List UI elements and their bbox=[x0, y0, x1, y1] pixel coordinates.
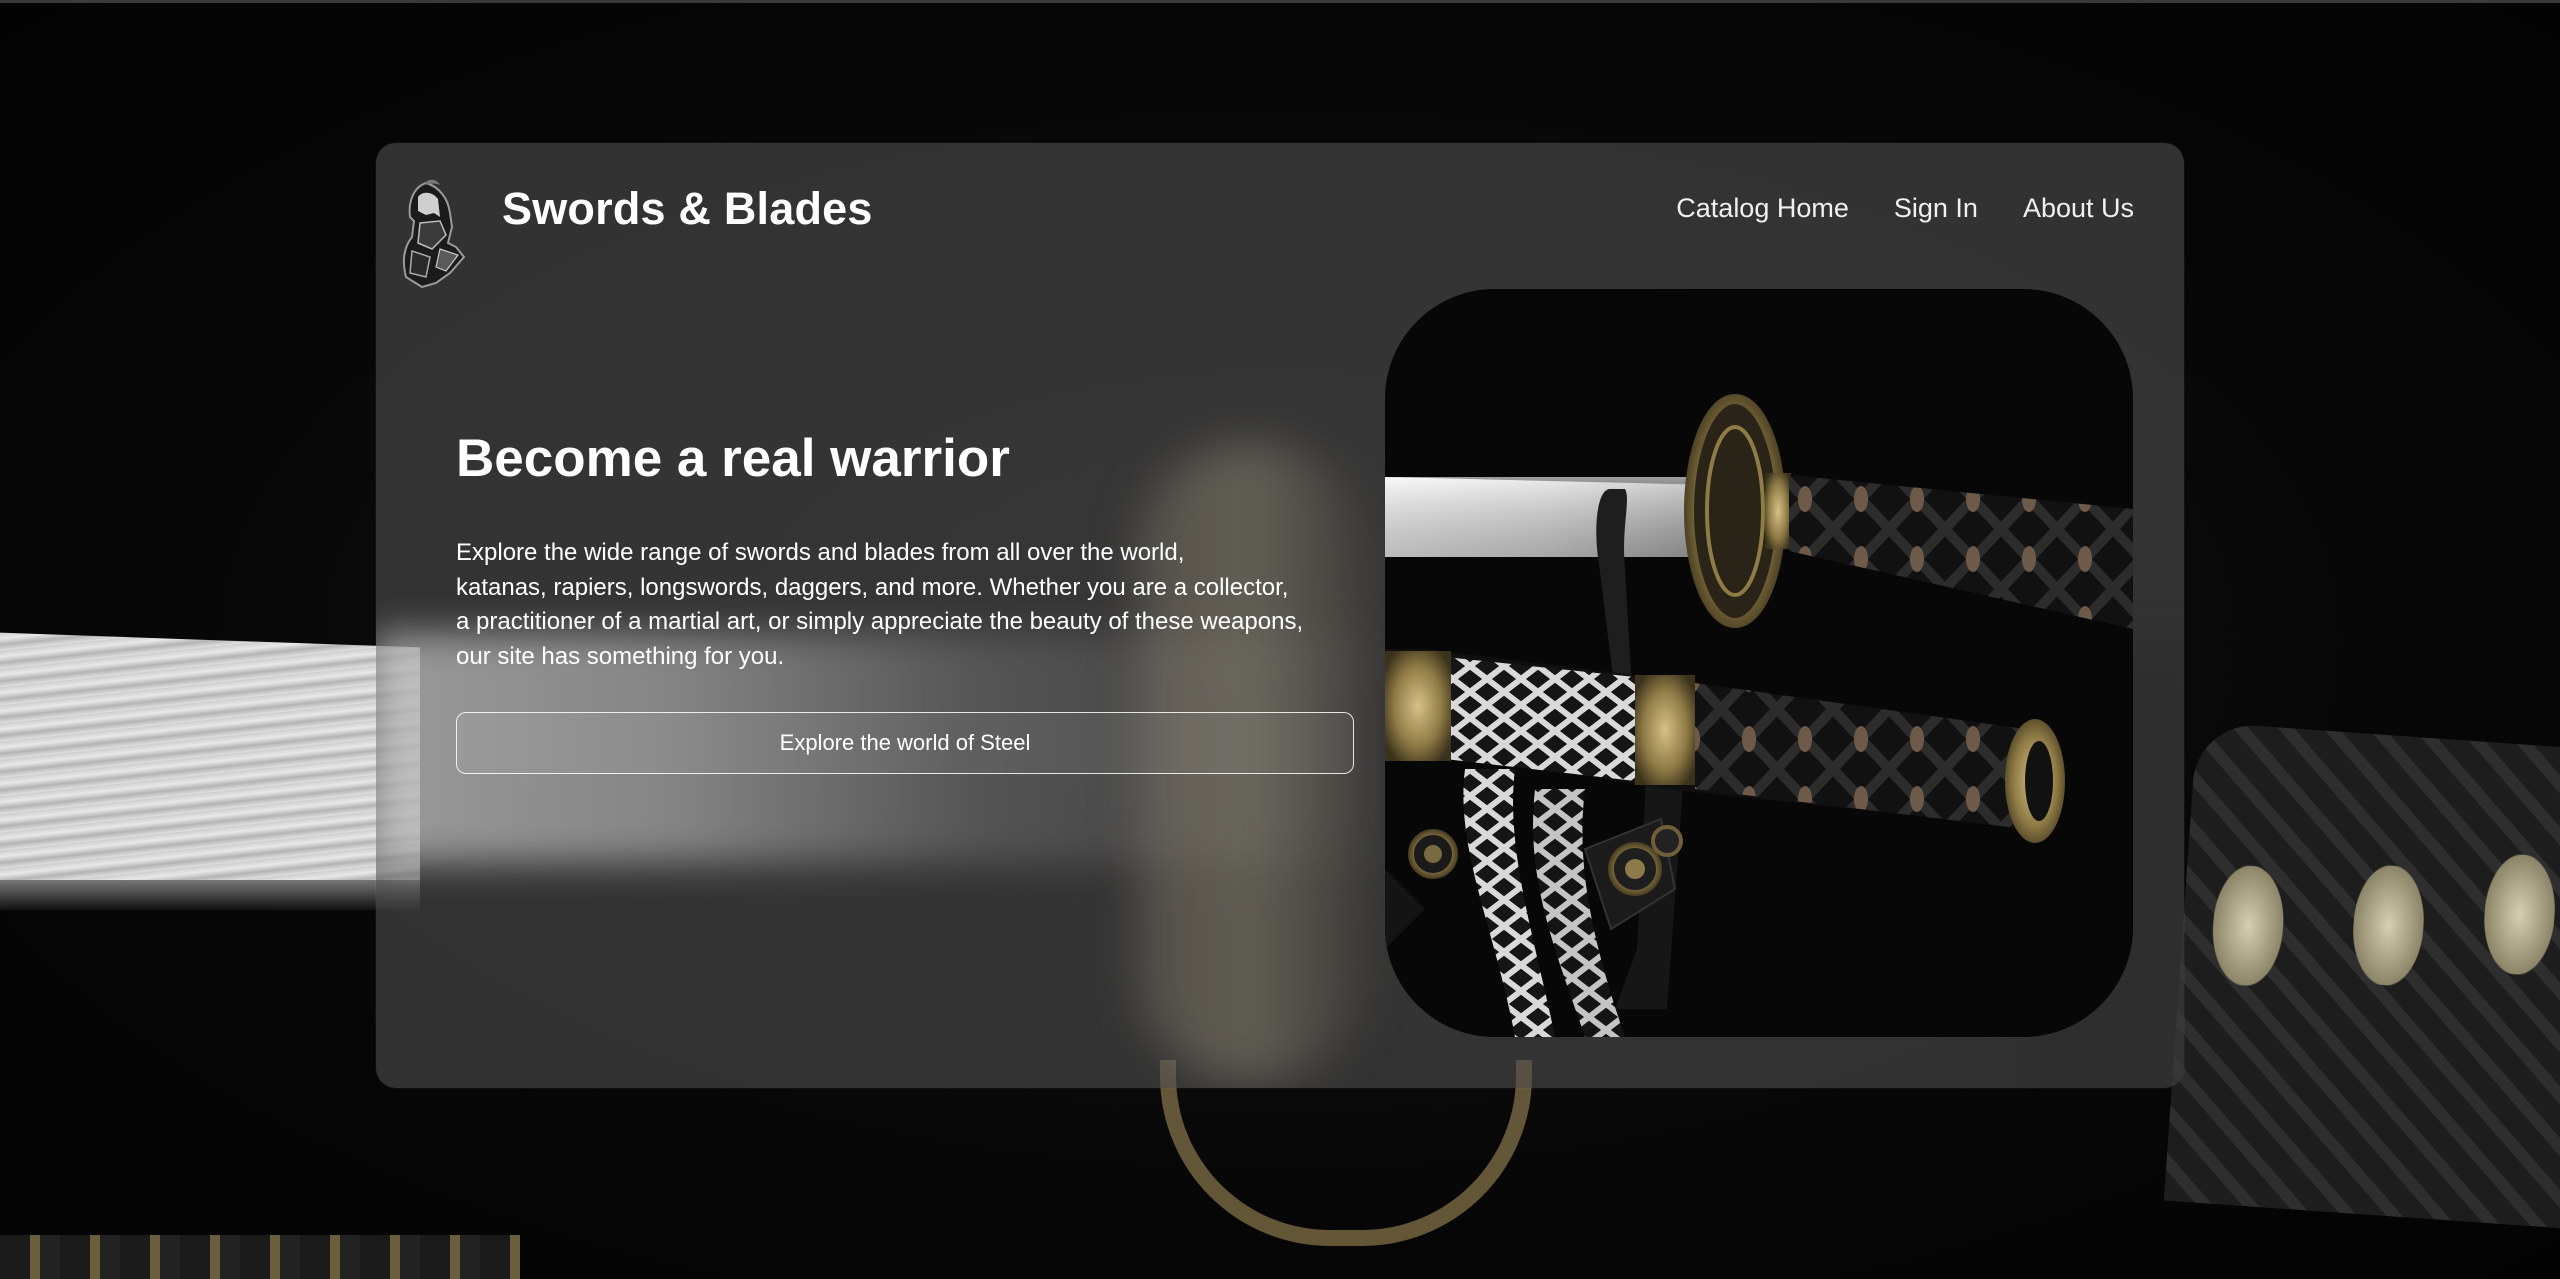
hilt-diamond bbox=[2480, 852, 2559, 977]
background-bottom-hilt bbox=[0, 1235, 520, 1279]
hero-description-line: Explore the wide range of swords and bla… bbox=[456, 539, 1185, 566]
top-border bbox=[0, 0, 2560, 3]
background-hilt-image bbox=[2163, 721, 2560, 1229]
hilt-diamond bbox=[2349, 863, 2428, 988]
spartan-warrior-logo-icon[interactable] bbox=[396, 177, 470, 289]
background-blade-image bbox=[0, 632, 420, 908]
main-nav: Catalog Home Sign In About Us bbox=[1676, 193, 2134, 224]
hero-title: Become a real warrior bbox=[456, 429, 1010, 488]
page: Swords & Blades Catalog Home Sign In Abo… bbox=[0, 0, 2560, 1279]
hilt-diamond bbox=[2209, 863, 2288, 988]
nav-sign-in[interactable]: Sign In bbox=[1894, 193, 1978, 224]
hero-description: Explore the wide range of swords and bla… bbox=[456, 536, 1386, 674]
background-blade-edge bbox=[0, 880, 420, 910]
katana-display-photo bbox=[1385, 289, 2133, 1037]
hero-card: Swords & Blades Catalog Home Sign In Abo… bbox=[376, 143, 2184, 1088]
brand-name[interactable]: Swords & Blades bbox=[502, 183, 873, 235]
hero-description-line: our site has something for you. bbox=[456, 642, 785, 670]
nav-catalog-home[interactable]: Catalog Home bbox=[1676, 193, 1849, 224]
explore-button[interactable]: Explore the world of Steel bbox=[456, 712, 1354, 774]
hero-description-line: a practitioner of a martial art, or simp… bbox=[456, 608, 1304, 635]
hero-description-line: katanas, rapiers, longswords, daggers, a… bbox=[456, 573, 1289, 601]
nav-about-us[interactable]: About Us bbox=[2023, 193, 2134, 224]
